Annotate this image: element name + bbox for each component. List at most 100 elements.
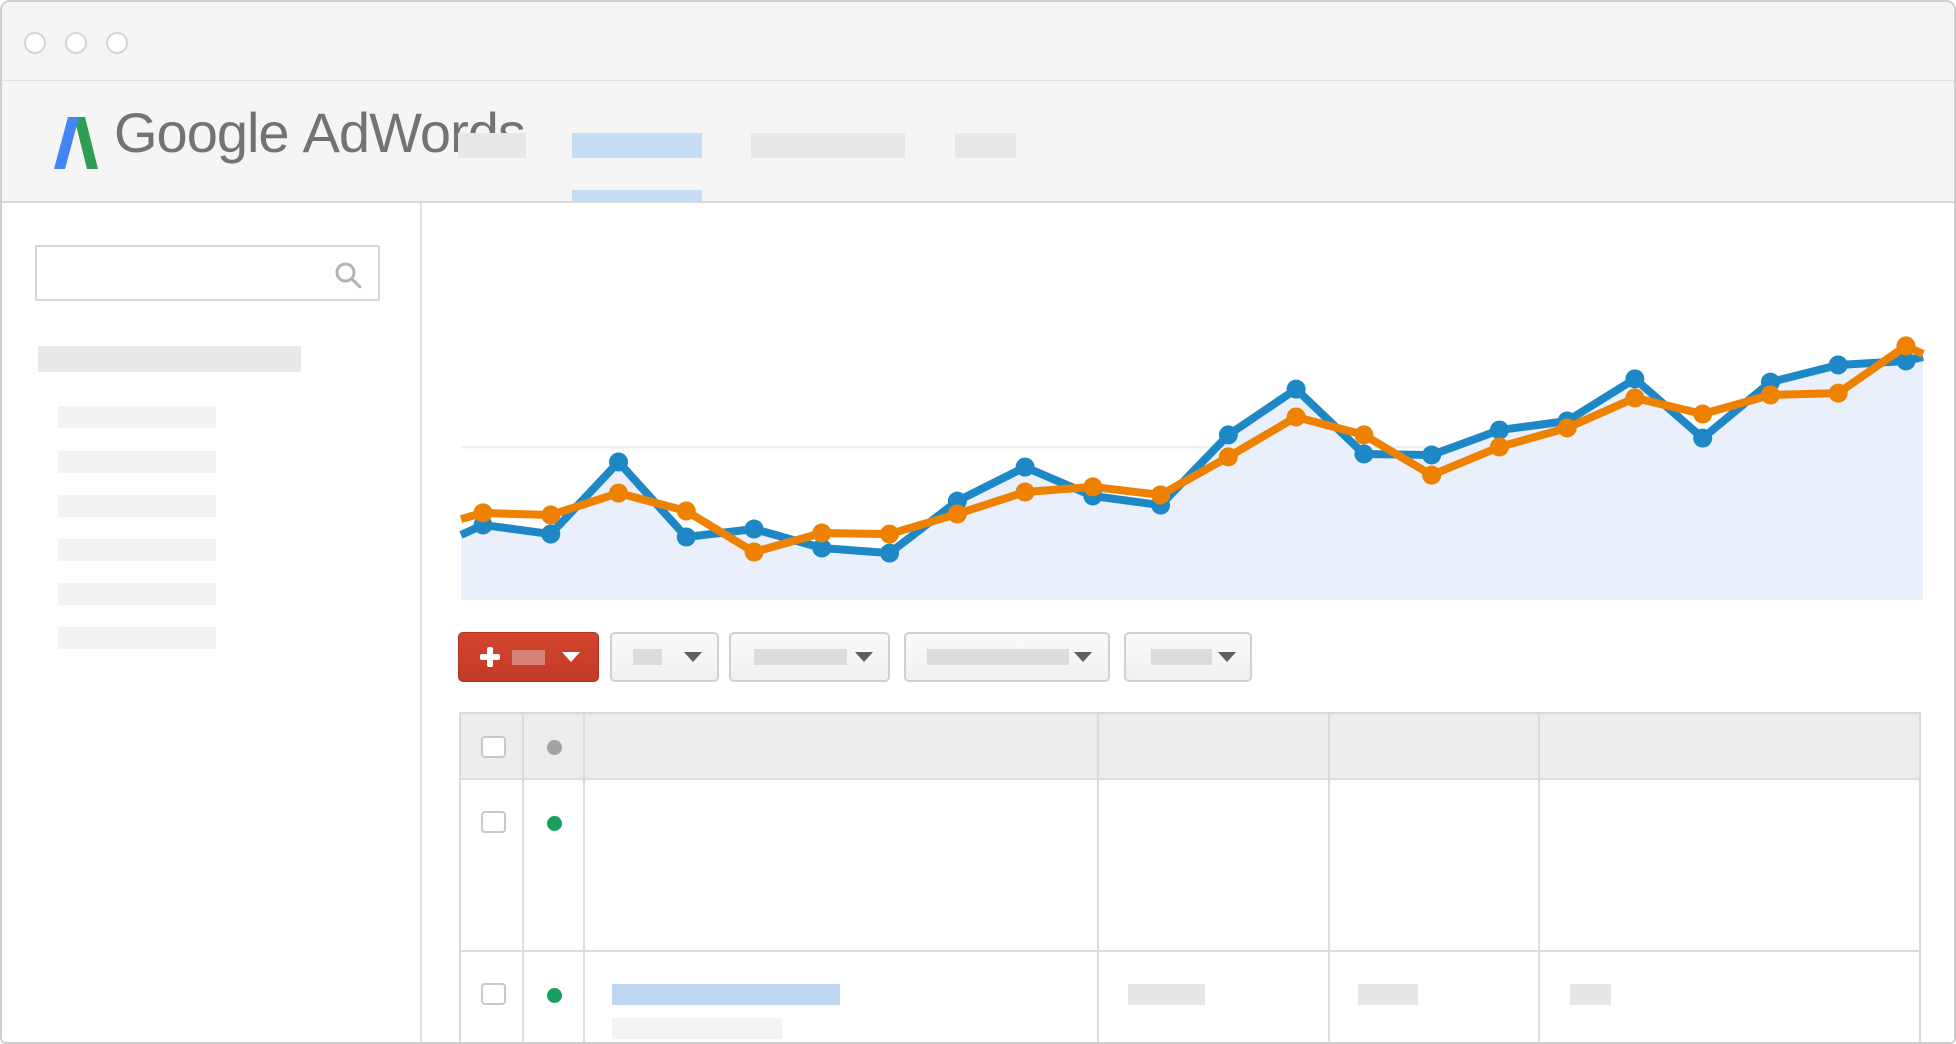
header-metric1-cell (1099, 714, 1330, 778)
nav-tab-3[interactable] (751, 133, 905, 158)
series-orange-point (880, 525, 899, 544)
active-tab-indicator (572, 190, 702, 201)
sidebar-item-placeholder[interactable] (58, 583, 216, 605)
performance-chart (461, 332, 1923, 600)
nav-tab-1[interactable] (458, 133, 526, 158)
search-icon (334, 261, 362, 289)
status-dot-icon (547, 740, 562, 755)
series-blue-point (745, 519, 764, 538)
sidebar-item-placeholder[interactable] (58, 627, 216, 649)
row-name-cell (585, 952, 1099, 1044)
series-orange-point (1625, 388, 1644, 407)
row-metric1-cell (1099, 952, 1330, 1044)
campaign-subtext-placeholder (612, 1018, 782, 1039)
minimize-window-icon[interactable] (65, 32, 87, 54)
series-orange-point (474, 503, 493, 522)
row-select-cell (461, 780, 524, 950)
series-orange-point (1219, 447, 1238, 466)
series-blue-point (1490, 421, 1509, 440)
row-metric1-cell (1099, 780, 1330, 950)
row-metric2-cell (1330, 780, 1540, 950)
search-input[interactable] (35, 245, 380, 301)
series-orange-point (745, 543, 764, 562)
row-select-cell (461, 952, 524, 1044)
row-name-cell (585, 780, 1099, 950)
series-orange-point (1151, 485, 1170, 504)
sidebar-item-placeholder[interactable] (58, 406, 216, 428)
window-titlebar (2, 2, 1954, 81)
status-enabled-icon (547, 816, 562, 831)
row-status-cell (524, 780, 585, 950)
metric-placeholder (1570, 984, 1611, 1005)
campaign-table (459, 712, 1921, 1044)
add-campaign-button[interactable] (458, 632, 599, 682)
header-metric2-cell (1330, 714, 1540, 778)
series-blue-point (541, 525, 560, 544)
series-orange-point (677, 502, 696, 521)
series-orange-point (1016, 482, 1035, 501)
series-blue-point (1287, 380, 1306, 399)
plus-icon (480, 647, 500, 667)
series-blue-point (1693, 429, 1712, 448)
status-enabled-icon (547, 988, 562, 1003)
header-metric3-cell (1540, 714, 1919, 778)
series-orange-point (1761, 385, 1780, 404)
row-checkbox[interactable] (481, 811, 506, 833)
sidebar-section-header-placeholder (38, 346, 301, 372)
table-row (461, 952, 1919, 1044)
series-blue-point (1829, 355, 1848, 374)
header-status-cell (524, 714, 585, 778)
series-orange-point (1490, 437, 1509, 456)
dropdown-button-2[interactable] (729, 632, 890, 682)
series-orange-point (812, 524, 831, 543)
select-all-checkbox[interactable] (481, 736, 506, 758)
row-metric2-cell (1330, 952, 1540, 1044)
metric-placeholder (1358, 984, 1418, 1005)
adwords-logo-icon (54, 115, 98, 171)
app-header: GoogleAdWords (2, 81, 1954, 203)
chevron-down-icon (562, 652, 580, 662)
dropdown-2-label-placeholder (754, 649, 847, 665)
add-button-label-placeholder (512, 650, 545, 665)
main-content (422, 203, 1954, 1044)
series-orange-point (541, 506, 560, 525)
series-blue-point (609, 452, 628, 471)
header-select-cell (461, 714, 524, 778)
sidebar-item-placeholder[interactable] (58, 451, 216, 473)
nav-tab-4[interactable] (955, 133, 1016, 158)
series-blue-point (1354, 444, 1373, 463)
row-checkbox[interactable] (481, 983, 506, 1005)
dropdown-button-3[interactable] (904, 632, 1110, 682)
series-orange-point (948, 504, 967, 523)
dropdown-4-label-placeholder (1151, 649, 1212, 665)
chevron-down-icon (1074, 652, 1092, 662)
series-orange-point (1558, 418, 1577, 437)
series-blue-point (1219, 425, 1238, 444)
series-blue-point (677, 528, 696, 547)
close-window-icon[interactable] (24, 32, 46, 54)
dropdown-button-1[interactable] (610, 632, 719, 682)
dropdown-button-4[interactable] (1124, 632, 1252, 682)
nav-tab-2-active[interactable] (572, 133, 702, 158)
sidebar-item-placeholder[interactable] (58, 539, 216, 561)
campaign-link-placeholder[interactable] (612, 984, 840, 1005)
table-row (461, 780, 1919, 952)
metric-placeholder (1128, 984, 1205, 1005)
maximize-window-icon[interactable] (106, 32, 128, 54)
series-orange-point (1896, 336, 1915, 355)
row-metric3-cell (1540, 952, 1919, 1044)
sidebar (2, 203, 422, 1044)
dropdown-1-label-placeholder (633, 649, 662, 665)
chevron-down-icon (1218, 652, 1236, 662)
series-orange-point (1829, 384, 1848, 403)
chevron-down-icon (684, 652, 702, 662)
table-header-row (461, 714, 1919, 780)
series-blue-point (1016, 458, 1035, 477)
row-metric3-cell (1540, 780, 1919, 950)
series-orange-point (609, 484, 628, 503)
sidebar-item-placeholder[interactable] (58, 495, 216, 517)
series-orange-point (1422, 466, 1441, 485)
series-orange-point (1287, 407, 1306, 426)
header-name-cell (585, 714, 1099, 778)
series-orange-point (1354, 425, 1373, 444)
